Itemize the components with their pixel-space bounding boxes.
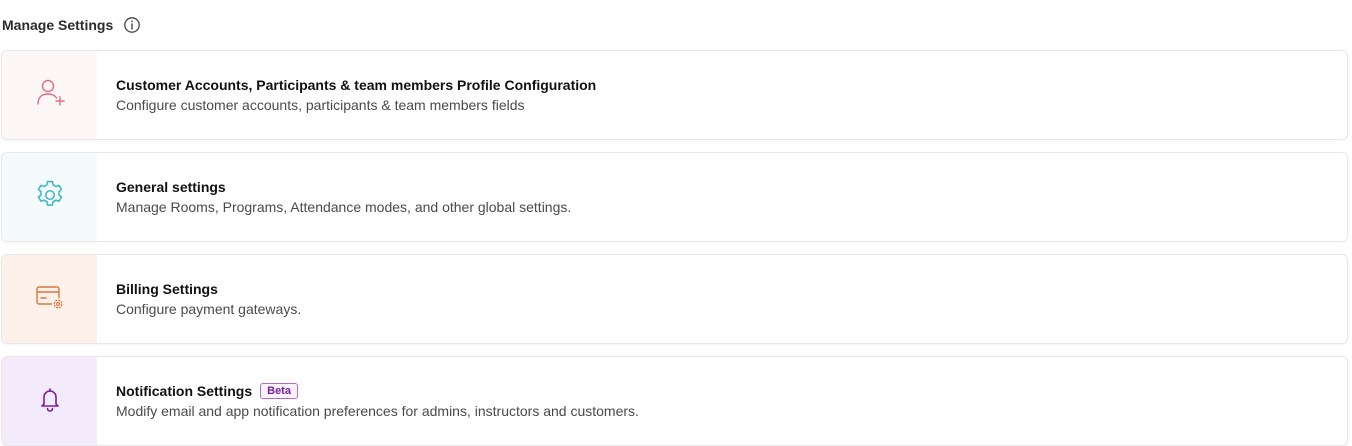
- user-add-icon: [33, 76, 67, 115]
- card-title: Billing Settings: [116, 281, 218, 297]
- card-title: General settings: [116, 179, 226, 195]
- settings-card-general[interactable]: General settings Manage Rooms, Programs,…: [1, 152, 1348, 242]
- page-header: Manage Settings: [2, 14, 141, 36]
- card-icon-tile: [2, 153, 97, 241]
- card-title: Notification Settings: [116, 383, 253, 399]
- page-title: Manage Settings: [2, 17, 114, 33]
- gear-icon: [33, 178, 67, 217]
- beta-badge: Beta: [260, 383, 298, 399]
- settings-card-notification[interactable]: Notification Settings Beta Modify email …: [1, 356, 1348, 446]
- info-icon[interactable]: [123, 16, 141, 34]
- card-description: Modify email and app notification prefer…: [116, 403, 639, 419]
- card-title: Customer Accounts, Participants & team m…: [116, 77, 597, 93]
- card-icon-tile: [2, 51, 97, 139]
- billing-settings-icon: [33, 280, 67, 319]
- card-icon-tile: [2, 255, 97, 343]
- card-description: Manage Rooms, Programs, Attendance modes…: [116, 199, 572, 215]
- settings-card-customer-accounts[interactable]: Customer Accounts, Participants & team m…: [1, 50, 1348, 140]
- bell-icon: [35, 384, 65, 419]
- settings-card-billing[interactable]: Billing Settings Configure payment gatew…: [1, 254, 1348, 344]
- card-description: Configure customer accounts, participant…: [116, 97, 525, 113]
- card-icon-tile: [2, 357, 97, 445]
- card-description: Configure payment gateways.: [116, 301, 302, 317]
